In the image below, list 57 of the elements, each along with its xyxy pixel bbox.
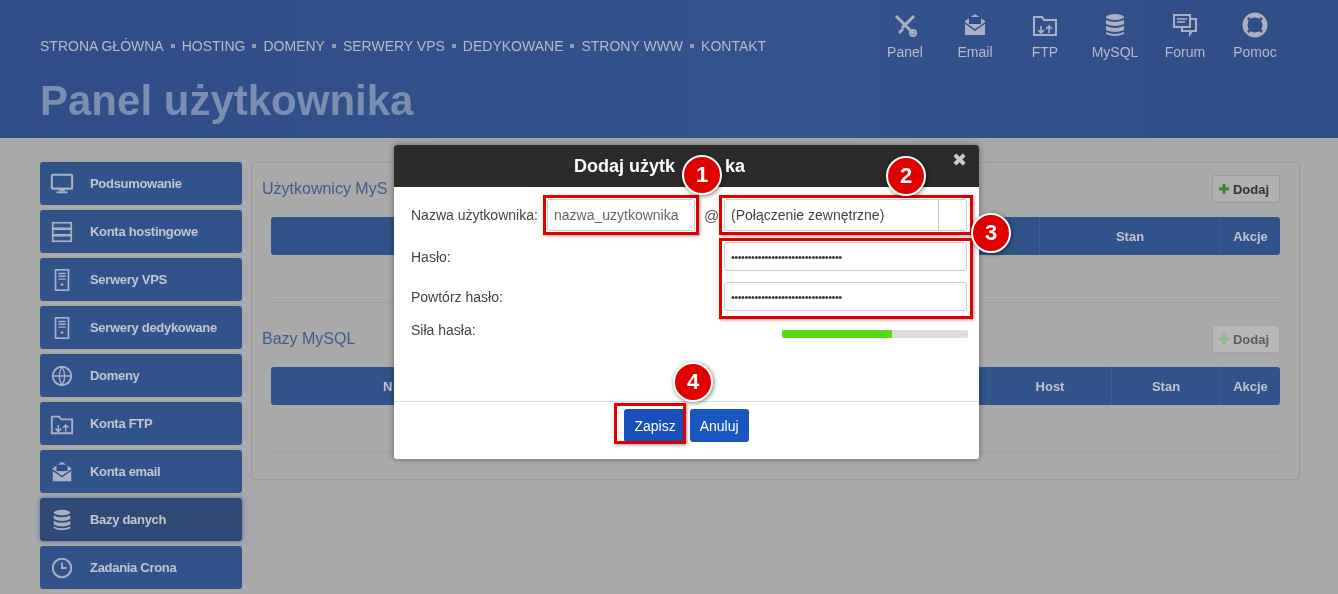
sidebar-item[interactable]: Konta FTP: [40, 402, 242, 445]
nav-link[interactable]: DEDYKOWANE: [462, 38, 564, 54]
nav-link[interactable]: DOMENY: [263, 38, 325, 54]
sidebar-item[interactable]: Konta hostingowe: [40, 210, 242, 253]
globe-icon: [50, 363, 74, 388]
dialog-title: ka: [725, 155, 746, 177]
sidebar-item[interactable]: Serwery dedykowane: [40, 306, 242, 349]
close-button[interactable]: ✖: [952, 149, 967, 171]
column-header: Akcje: [1220, 217, 1280, 255]
sidebar-item[interactable]: Serwery VPS: [40, 258, 242, 301]
add-button[interactable]: Dodaj: [1211, 175, 1280, 203]
sidebar-item[interactable]: Konta email: [40, 450, 242, 493]
dialog-title: Dodaj użytk: [574, 155, 675, 177]
cancel-button[interactable]: Anuluj: [689, 409, 749, 442]
mail-icon: [50, 459, 74, 484]
column-header: Akcje: [1220, 367, 1280, 405]
password-field[interactable]: •••••••••••••••••••••••••••••••••: [724, 282, 967, 311]
shortcut-link[interactable]: Panel: [887, 44, 923, 60]
shortcut-link[interactable]: MySQL: [1091, 44, 1139, 60]
mail-icon[interactable]: [962, 12, 988, 38]
plus-icon: [1218, 334, 1229, 344]
host-select[interactable]: (Połączenie zewnętrzne): [724, 199, 967, 231]
field-label: Nazwa użytkownika:: [411, 207, 539, 223]
shortcut-link[interactable]: Forum: [1164, 44, 1206, 60]
field-label: Hasło:: [411, 248, 452, 265]
monitor-icon: [50, 171, 74, 196]
section-title: Użytkownicy MyS: [262, 180, 388, 198]
column-header: N: [382, 377, 394, 396]
password-field[interactable]: •••••••••••••••••••••••••••••••••: [724, 242, 967, 271]
plus-icon: [1218, 184, 1229, 194]
shortcut-link[interactable]: Pomoc: [1233, 44, 1277, 60]
highlight-frame: [614, 403, 686, 444]
nav-link[interactable]: STRONY WWW: [581, 38, 684, 54]
field-label: Siła hasła:: [411, 322, 477, 338]
at-sign: @: [703, 206, 721, 224]
clock-icon: [50, 555, 74, 580]
username-field[interactable]: nazwa_uzytkownika: [547, 199, 695, 231]
nav-link[interactable]: STRONA GŁÓWNA: [40, 38, 164, 54]
sidebar-item[interactable]: Domeny: [40, 354, 242, 397]
rack-icon: [50, 219, 74, 244]
column-header: Host: [988, 367, 1111, 405]
chat-icon[interactable]: [1172, 12, 1198, 38]
shortcut-link[interactable]: FTP: [1031, 44, 1059, 60]
nav-link[interactable]: SERWERY VPS: [342, 38, 445, 54]
sidebar-item[interactable]: Zadania Crona: [40, 546, 242, 589]
lifebuoy-icon[interactable]: [1242, 12, 1268, 38]
column-header: Stan: [1039, 217, 1220, 255]
shortcut-link[interactable]: Email: [957, 44, 993, 60]
nav-link[interactable]: HOSTING: [181, 38, 246, 54]
sidebar-item[interactable]: Podsumowanie: [40, 162, 242, 205]
section-title: Bazy MySQL: [262, 330, 356, 348]
sidebar-item[interactable]: Bazy danych: [40, 498, 242, 541]
page-title: Panel użytkownika: [40, 76, 415, 126]
column-header: Stan: [1111, 367, 1220, 405]
tools-icon[interactable]: [892, 12, 918, 38]
field-label: Powtórz hasło:: [411, 288, 504, 305]
nav-link[interactable]: KONTAKT: [701, 38, 767, 54]
